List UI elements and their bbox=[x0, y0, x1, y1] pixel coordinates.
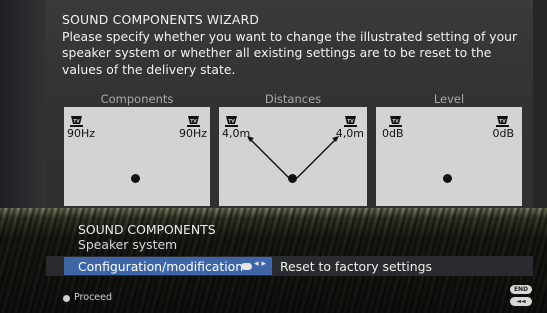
svg-text:TV: TV bbox=[190, 119, 197, 125]
tv-screen: SOUND COMPONENTS WIZARD Please specify w… bbox=[0, 0, 547, 313]
svg-text:TV: TV bbox=[228, 119, 235, 125]
svg-text:TV: TV bbox=[392, 119, 399, 125]
level-panel: TV TV 0dB 0dB bbox=[376, 107, 522, 206]
ok-icon bbox=[241, 263, 252, 270]
proceed-hint: Proceed bbox=[74, 292, 113, 303]
listener-position-dot bbox=[288, 174, 297, 183]
components-panel: TV TV 90Hz 90Hz bbox=[64, 107, 210, 206]
wizard-description: Please specify whether you want to chang… bbox=[62, 28, 518, 77]
components-label: Components bbox=[100, 92, 174, 106]
svg-text:TV: TV bbox=[499, 119, 506, 125]
level-label: Level bbox=[433, 92, 465, 106]
right-level-value: 0dB bbox=[492, 127, 514, 140]
option-configuration-label: Configuration/modification bbox=[78, 259, 244, 274]
listener-position-dot bbox=[131, 174, 140, 183]
left-speaker-value: 90Hz bbox=[67, 127, 96, 140]
right-speaker-value: 90Hz bbox=[178, 127, 207, 140]
distances-label: Distances bbox=[264, 92, 322, 106]
left-level-value: 0dB bbox=[382, 127, 404, 140]
wizard-header: SOUND COMPONENTS WIZARD Please specify w… bbox=[62, 12, 532, 78]
option-reset-factory-settings[interactable]: Reset to factory settings bbox=[280, 259, 432, 274]
wizard-title: SOUND COMPONENTS WIZARD bbox=[62, 12, 260, 27]
ok-button-icon bbox=[63, 295, 70, 302]
listener-position-dot bbox=[443, 174, 452, 183]
left-right-arrows-icon: ◂ ▸ bbox=[254, 259, 266, 269]
left-distance-value: 4,0m bbox=[222, 127, 251, 140]
back-button[interactable]: ◄◄ bbox=[510, 297, 532, 306]
menu-title: SOUND COMPONENTS bbox=[78, 222, 216, 237]
svg-text:TV: TV bbox=[347, 119, 354, 125]
menu-subtitle: Speaker system bbox=[78, 237, 178, 252]
end-button[interactable]: END bbox=[510, 285, 532, 294]
distances-panel: TV TV 4,0m 4,0m bbox=[219, 107, 367, 206]
svg-text:TV: TV bbox=[73, 119, 80, 125]
right-distance-value: 4,0m bbox=[335, 127, 364, 140]
